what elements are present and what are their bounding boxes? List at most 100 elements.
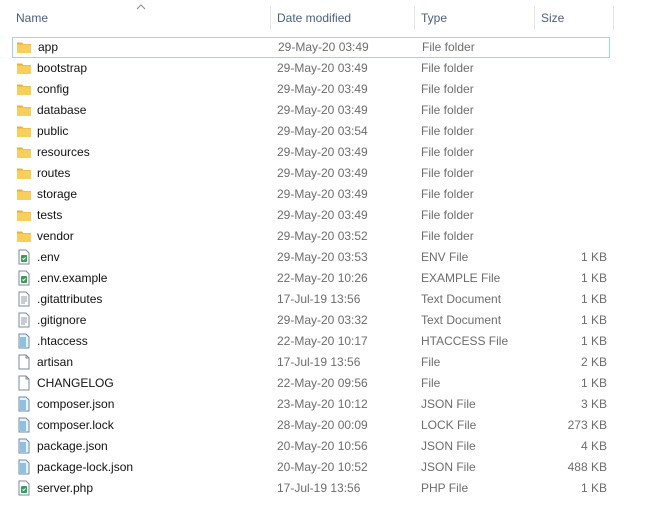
column-divider[interactable] [613,6,614,30]
file-row[interactable]: composer.lock 28-May-20 00:09 LOCK File 273… [12,415,610,436]
file-type: File [421,355,441,369]
file-size [539,142,607,163]
column-header-bar: Name Date modified Type Size [0,0,667,36]
file-size: 1 KB [580,481,607,495]
file-type: File folder [421,208,474,222]
folder-icon [16,123,32,139]
file-date-modified: 28-May-20 00:09 [277,418,368,432]
generic-file-icon [16,396,32,412]
file-row[interactable]: .env 29-May-20 03:53 ENV File 1 KB [12,247,610,268]
file-date-modified: 20-May-20 10:52 [277,460,368,474]
file-row[interactable]: CHANGELOG 22-May-20 09:56 File 1 KB [12,373,610,394]
column-header-name[interactable]: Name [10,6,270,30]
file-row[interactable]: .gitattributes 17-Jul-19 13:56 Text Docume… [12,289,610,310]
folder-icon [16,186,32,202]
file-date-modified: 29-May-20 03:52 [277,229,368,243]
file-size: 2 KB [580,355,607,369]
file-row[interactable]: routes 29-May-20 03:49 File folder [12,163,610,184]
file-date-modified: 29-May-20 03:49 [277,61,368,75]
file-name: .env.example [37,271,108,285]
file-date-modified: 29-May-20 03:49 [277,82,368,96]
file-size [540,37,608,58]
file-type: File folder [421,61,474,75]
generic-file-icon [16,459,32,475]
file-date-modified: 29-May-20 03:49 [277,145,368,159]
code-file-icon [16,249,32,265]
blank-file-icon [16,354,32,370]
file-name: database [37,103,87,117]
file-row[interactable]: server.php 17-Jul-19 13:56 PHP File 1 KB [12,478,610,499]
file-date-modified: 17-Jul-19 13:56 [277,292,361,306]
file-date-modified: 29-May-20 03:54 [277,124,368,138]
file-row[interactable]: storage 29-May-20 03:49 File folder [12,184,610,205]
folder-icon [16,207,32,223]
file-date-modified: 23-May-20 10:12 [277,397,368,411]
file-name: tests [37,208,63,222]
file-type: File [421,376,441,390]
file-name: composer.lock [37,418,114,432]
file-size: 1 KB [580,334,607,348]
file-row[interactable]: package-lock.json 20-May-20 10:52 JSON Fil… [12,457,610,478]
file-row[interactable]: package.json 20-May-20 10:56 JSON File 4 KB [12,436,610,457]
file-name: CHANGELOG [37,376,114,390]
file-type: File folder [421,229,474,243]
file-type: PHP File [421,481,469,495]
file-row[interactable]: .gitignore 29-May-20 03:32 Text Document 1 … [12,310,610,331]
file-row[interactable]: tests 29-May-20 03:49 File folder [12,205,610,226]
column-header-size[interactable]: Size [535,6,613,30]
file-size: 1 KB [580,376,607,390]
folder-icon [16,60,32,76]
file-row[interactable]: database 29-May-20 03:49 File folder [12,100,610,121]
text-file-icon [16,312,32,328]
file-type: ENV File [421,250,469,264]
file-name: artisan [37,355,74,369]
file-name: public [37,124,69,138]
file-row[interactable]: bootstrap 29-May-20 03:49 File folder [12,58,610,79]
file-type: Text Document [421,313,502,327]
file-size [539,79,607,100]
file-date-modified: 22-May-20 10:26 [277,271,368,285]
file-row[interactable]: artisan 17-Jul-19 13:56 File 2 KB [12,352,610,373]
file-size: 488 KB [567,460,607,474]
file-type: EXAMPLE File [421,271,501,285]
file-size: 1 KB [580,292,607,306]
file-name: routes [37,166,71,180]
file-row[interactable]: vendor 29-May-20 03:52 File folder [12,226,610,247]
file-type: File folder [421,187,474,201]
file-type: File folder [421,103,474,117]
file-type: File folder [421,82,474,96]
generic-file-icon [16,333,32,349]
file-size: 1 KB [580,271,607,285]
file-name: bootstrap [37,61,88,75]
file-row[interactable]: app 29-May-20 03:49 File folder [12,37,610,58]
file-name: composer.json [37,397,115,411]
file-date-modified: 29-May-20 03:49 [277,187,368,201]
code-file-icon [16,270,32,286]
generic-file-icon [16,417,32,433]
file-size [539,121,607,142]
file-name: package-lock.json [37,460,134,474]
file-type: JSON File [421,460,476,474]
file-type: File folder [421,166,474,180]
column-header-type[interactable]: Type [415,6,534,30]
file-row[interactable]: public 29-May-20 03:54 File folder [12,121,610,142]
column-header-date[interactable]: Date modified [271,6,414,30]
file-row[interactable]: .env.example 22-May-20 10:26 EXAMPLE File 1… [12,268,610,289]
file-name: app [38,40,59,54]
file-row[interactable]: .htaccess 22-May-20 10:17 HTACCESS File 1 K… [12,331,610,352]
text-file-icon [16,291,32,307]
file-date-modified: 22-May-20 09:56 [277,376,368,390]
file-name: config [37,82,70,96]
folder-icon [16,81,32,97]
file-row[interactable]: resources 29-May-20 03:49 File folder [12,142,610,163]
file-type: File folder [421,145,474,159]
file-date-modified: 29-May-20 03:49 [277,166,368,180]
file-date-modified: 20-May-20 10:56 [277,439,368,453]
file-name: resources [37,145,90,159]
file-row[interactable]: composer.json 23-May-20 10:12 JSON File 3 K… [12,394,610,415]
file-row[interactable]: config 29-May-20 03:49 File folder [12,79,610,100]
file-type: File folder [421,124,474,138]
file-size: 273 KB [567,418,607,432]
file-name: storage [37,187,78,201]
file-size [539,58,607,79]
